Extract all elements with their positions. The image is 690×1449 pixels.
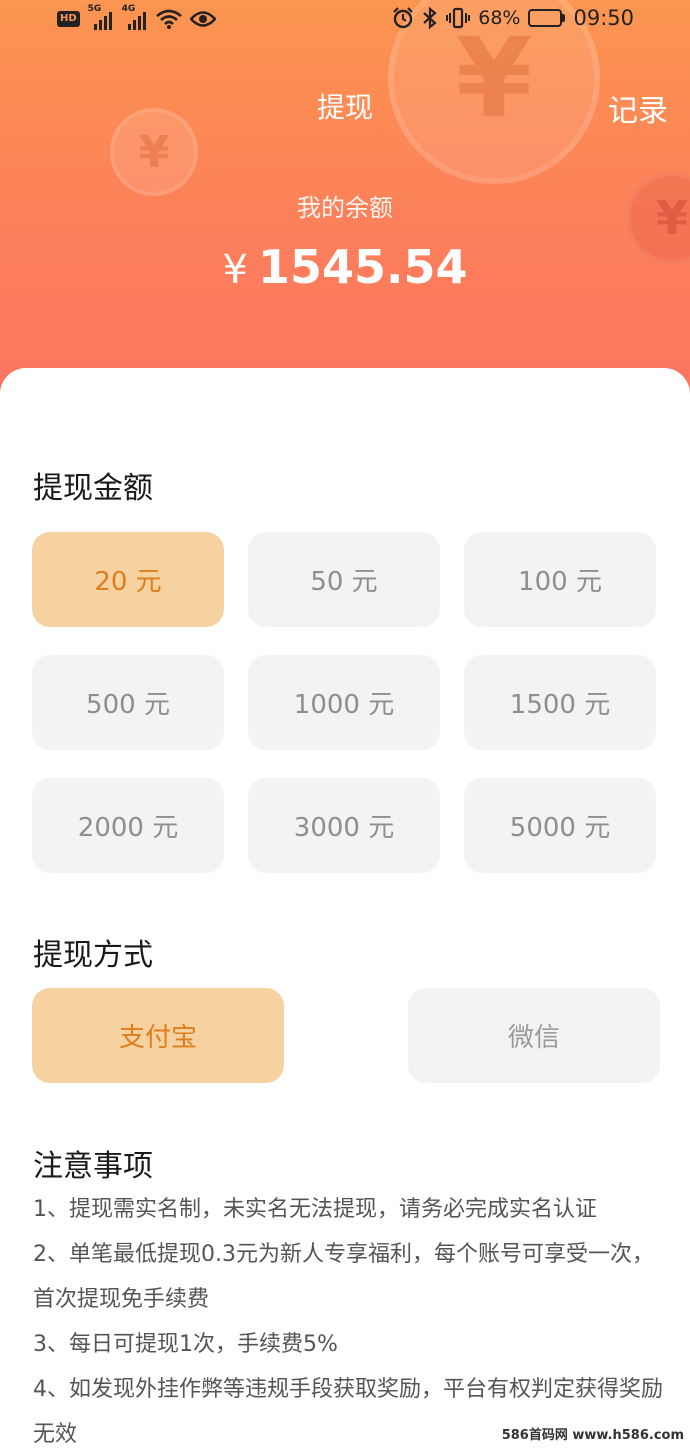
bluetooth-icon: [422, 7, 438, 29]
cellular-signal-icon: 4G: [122, 4, 148, 30]
battery-percent: 68%: [478, 7, 521, 29]
note-item: 1、提现需实名制，未实名无法提现，请务必完成实名认证: [33, 1197, 597, 1222]
amount-option[interactable]: 2000 元: [32, 778, 224, 873]
amount-option[interactable]: 3000 元: [248, 778, 440, 873]
note-item: 3、每日可提现1次，手续费5%: [33, 1332, 338, 1357]
amount-option[interactable]: 1000 元: [248, 655, 440, 750]
amount-option[interactable]: 100 元: [464, 532, 656, 627]
clock: 09:50: [573, 6, 634, 30]
vibrate-icon: [446, 7, 471, 29]
alarm-icon: [392, 7, 414, 29]
amount-options: 20 元 50 元 100 元 500 元 1000 元 1500 元 2000…: [32, 532, 656, 873]
page-title: 提现: [316, 91, 373, 124]
records-link[interactable]: 记录: [608, 86, 668, 130]
wifi-icon: [155, 9, 182, 29]
balance-amount: ¥1545.54: [0, 240, 690, 294]
amount-section-title: 提现金额: [33, 471, 153, 506]
notes-title: 注意事项: [33, 1149, 153, 1184]
alipay-option[interactable]: 支付宝: [32, 988, 284, 1083]
amount-option[interactable]: 20 元: [32, 532, 224, 627]
hd-voice-icon: HD: [57, 11, 80, 27]
battery-icon: [528, 9, 566, 27]
payment-methods: 支付宝 微信: [32, 988, 660, 1083]
currency-symbol: ¥: [222, 247, 248, 293]
amount-option[interactable]: 50 元: [248, 532, 440, 627]
balance-value: 1545.54: [257, 240, 468, 294]
header-banner: ¥ ¥ ¥ HD 5G 4G 68% 09:50 提现 记录 我的余额 ¥ 15…: [0, 0, 690, 420]
cellular-signal-icon: 5G: [88, 4, 114, 30]
amount-option[interactable]: 1500 元: [464, 655, 656, 750]
eye-comfort-icon: [189, 10, 216, 28]
wechat-option[interactable]: 微信: [408, 988, 660, 1083]
amount-option[interactable]: 5000 元: [464, 778, 656, 873]
balance-label: 我的余额: [297, 194, 393, 222]
amount-option[interactable]: 500 元: [32, 655, 224, 750]
notes-list: 1、提现需实名制，未实名无法提现，请务必完成实名认证 2、单笔最低提现0.3元为…: [33, 1187, 663, 1449]
method-section-title: 提现方式: [33, 938, 153, 973]
status-bar: HD 5G 4G 68% 09:50: [0, 0, 690, 40]
watermark: 586首码网 www.h586.com: [501, 1428, 684, 1443]
note-item: 2、单笔最低提现0.3元为新人专享福利，每个账号可享受一次，首次提现免手续费: [33, 1242, 654, 1312]
